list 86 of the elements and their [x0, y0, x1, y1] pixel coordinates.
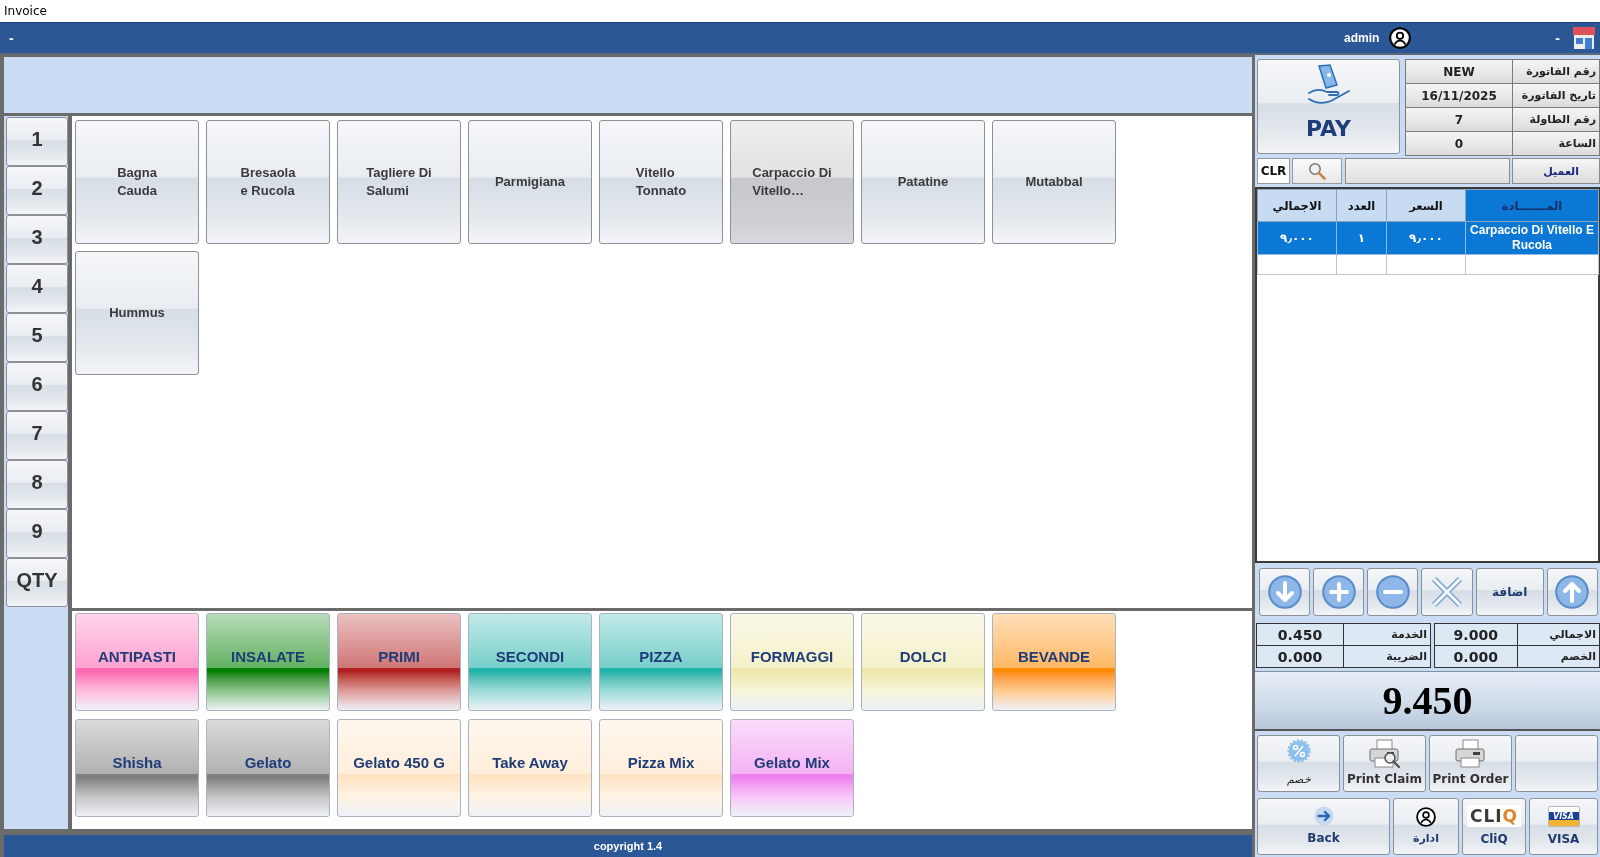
category-button[interactable]: PIZZA — [599, 613, 723, 711]
column-header[interactable]: السعر — [1386, 189, 1466, 222]
keypad-key[interactable]: QTY — [6, 558, 68, 607]
product-button[interactable]: Carpaccio Di Vitello… — [730, 120, 854, 244]
info-value: 0 — [1406, 132, 1513, 156]
print-claim-button[interactable]: Print Claim — [1343, 735, 1426, 792]
info-value: 16/11/2025 — [1406, 84, 1513, 108]
plus-button[interactable] — [1313, 568, 1365, 616]
copyright-text: copyright 1.4 — [593, 840, 663, 852]
keypad-key[interactable]: 7 — [6, 411, 68, 460]
column-header[interactable]: العدد — [1336, 189, 1387, 222]
product-button[interactable]: Bagna Cauda — [75, 120, 199, 244]
product-button[interactable]: Parmigiana — [468, 120, 592, 244]
discount-button[interactable]: خصم — [1257, 735, 1340, 792]
percent-badge-icon — [1286, 739, 1311, 763]
info-label: رقم الفاتورة — [1513, 60, 1600, 84]
category-button[interactable]: Gelato — [206, 719, 330, 817]
keypad-key[interactable]: 2 — [6, 166, 68, 215]
category-button[interactable]: BEVANDE — [992, 613, 1116, 711]
user-avatar-icon — [1389, 27, 1412, 49]
minus-icon — [1375, 575, 1410, 609]
table-cell: ٩٫٠٠٠ — [1257, 221, 1337, 255]
delete-button[interactable] — [1421, 568, 1473, 616]
product-button[interactable]: Vitello Tonnato — [599, 120, 723, 244]
user-name: admin — [1344, 31, 1380, 45]
store-icon[interactable] — [1572, 27, 1596, 49]
card-logo: VISA — [1547, 805, 1580, 827]
add-button[interactable]: اضافة — [1475, 568, 1544, 616]
admin-button[interactable]: ادارة — [1393, 798, 1459, 855]
keypad-key[interactable]: 5 — [6, 313, 68, 362]
printer-magnifier-icon — [1367, 739, 1402, 769]
customer-field[interactable] — [1345, 158, 1510, 184]
customer-label: العميل — [1512, 158, 1600, 184]
product-button[interactable]: Tagliere Di Salumi — [337, 120, 461, 244]
category-button[interactable]: ANTIPASTI — [75, 613, 199, 711]
keypad-key[interactable]: 6 — [6, 362, 68, 411]
up-button[interactable] — [1546, 568, 1599, 616]
category-button[interactable]: Pizza Mix — [599, 719, 723, 817]
clear-button[interactable]: CLR — [1257, 158, 1290, 184]
back-button[interactable]: Back — [1257, 798, 1390, 855]
blank-button[interactable] — [1515, 735, 1598, 792]
keypad-key[interactable]: 1 — [6, 117, 68, 166]
plus-icon — [1321, 575, 1356, 609]
printer-icon — [1453, 739, 1488, 769]
info-label: تاريخ الفاتورة — [1513, 84, 1600, 108]
keypad-key[interactable]: 8 — [6, 460, 68, 509]
product-button[interactable]: Bresaola e Rucola — [206, 120, 330, 244]
cliq-button[interactable]: CLIQ CliQ — [1462, 798, 1526, 855]
table-cell: Carpaccio Di Vitello E Rucola — [1465, 221, 1599, 255]
info-label: رقم الطاولة — [1513, 108, 1600, 132]
product-button[interactable]: Hummus — [75, 251, 199, 375]
category-button[interactable]: Gelato Mix — [730, 719, 854, 817]
table-cell: ١ — [1336, 221, 1387, 255]
user-avatar-icon — [1416, 806, 1436, 827]
payment-logo: CLIQ — [1466, 805, 1522, 827]
category-button[interactable]: INSALATE — [206, 613, 330, 711]
table-cell: ٩٫٠٠٠ — [1386, 221, 1466, 255]
category-button[interactable]: Gelato 450 G — [337, 719, 461, 817]
category-button[interactable]: Take Away — [468, 719, 592, 817]
minus-button[interactable] — [1367, 568, 1419, 616]
category-button[interactable]: DOLCI — [861, 613, 985, 711]
minimize-button[interactable]: - — [1551, 30, 1564, 46]
product-button[interactable]: Patatine — [861, 120, 985, 244]
info-label: الساعة — [1513, 132, 1600, 156]
visa-button[interactable]: VISA VISA — [1529, 798, 1598, 855]
search-icon — [1308, 162, 1326, 180]
product-button[interactable]: Mutabbal — [992, 120, 1116, 244]
print-order-button[interactable]: Print Order — [1429, 735, 1512, 792]
grand-total: 9.450 — [1382, 677, 1473, 724]
window-title: Invoice — [4, 4, 47, 18]
close-icon — [1431, 576, 1463, 608]
category-button[interactable]: Shisha — [75, 719, 199, 817]
search-button[interactable] — [1292, 158, 1342, 184]
info-value: 7 — [1406, 108, 1513, 132]
header-title: - — [9, 30, 14, 46]
info-value: NEW — [1406, 60, 1513, 84]
down-button[interactable] — [1259, 568, 1311, 616]
pay-button[interactable]: PAY — [1257, 59, 1400, 154]
column-header[interactable]: الاجمالي — [1257, 189, 1337, 222]
category-button[interactable]: SECONDI — [468, 613, 592, 711]
category-button[interactable]: PRIMI — [337, 613, 461, 711]
keypad-key[interactable]: 4 — [6, 264, 68, 313]
category-button[interactable]: FORMAGGI — [730, 613, 854, 711]
hand-card-icon — [1305, 64, 1352, 106]
keypad-key[interactable]: 9 — [6, 509, 68, 558]
keypad-key[interactable]: 3 — [6, 215, 68, 264]
